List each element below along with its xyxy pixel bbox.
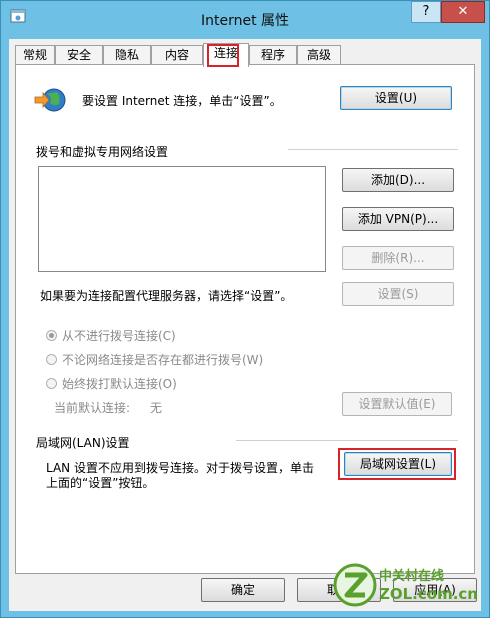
radio-dial-no-network[interactable] (46, 354, 57, 365)
current-default-value: 无 (150, 401, 163, 415)
zol-logo-icon (333, 563, 377, 607)
help-button[interactable]: ? (411, 1, 441, 23)
tab-security[interactable]: 安全 (55, 45, 103, 65)
tab-programs[interactable]: 程序 (249, 45, 297, 65)
close-button[interactable]: ✕ (441, 1, 485, 23)
lan-heading: 局域网(LAN)设置 (36, 436, 130, 450)
connections-tab-panel: 要设置 Internet 连接，单击“设置”。 设置(U) 拨号和虚拟专用网络设… (15, 64, 475, 574)
dialup-settings-button[interactable]: 设置(S) (342, 282, 454, 306)
ok-button[interactable]: 确定 (201, 578, 285, 602)
dialup-heading: 拨号和虚拟专用网络设置 (36, 145, 169, 159)
dialog-client-area: 常规 安全 隐私 内容 连接 程序 高级 要设置 Internet 连接，单击“… (9, 39, 481, 611)
radio-never-dial-label: 从不进行拨号连接(C) (62, 329, 176, 343)
globe-arrow-icon (34, 88, 66, 112)
tab-general[interactable]: 常规 (15, 45, 55, 65)
set-default-button[interactable]: 设置默认值(E) (342, 392, 452, 416)
lan-description-line2: 上面的“设置”按钮。 (46, 476, 155, 490)
add-connection-button[interactable]: 添加(D)... (342, 168, 454, 192)
proxy-instruction: 如果要为连接配置代理服务器，请选择“设置”。 (40, 289, 293, 303)
setup-instruction: 要设置 Internet 连接，单击“设置”。 (82, 94, 282, 108)
lan-heading-divider (236, 440, 458, 441)
current-default-label: 当前默认连接: (54, 401, 131, 415)
tab-advanced[interactable]: 高级 (297, 45, 341, 65)
highlight-box-tab (207, 44, 239, 67)
remove-connection-button[interactable]: 删除(R)... (342, 246, 454, 270)
watermark-en: ZOL.com.cn (379, 585, 478, 603)
radio-always-dial-label: 始终拨打默认连接(O) (62, 377, 177, 391)
add-vpn-button[interactable]: 添加 VPN(P)... (342, 207, 454, 231)
tab-content[interactable]: 内容 (151, 45, 203, 65)
title-bar[interactable]: Internet 属性 ? ✕ (1, 1, 489, 39)
tab-privacy[interactable]: 隐私 (103, 45, 151, 65)
setup-button[interactable]: 设置(U) (340, 86, 452, 110)
radio-dial-no-network-label: 不论网络连接是否存在都进行拨号(W) (62, 353, 264, 367)
radio-never-dial[interactable] (46, 330, 57, 341)
highlight-box-lan-button (338, 448, 456, 480)
watermark-cn: 中关村在线 (379, 569, 445, 584)
zol-watermark: 中关村在线 ZOL.com.cn (333, 561, 483, 611)
dialup-heading-divider (288, 149, 458, 150)
internet-properties-window: Internet 属性 ? ✕ 常规 安全 隐私 内容 连接 程序 高级 要设置… (0, 0, 490, 618)
radio-always-dial[interactable] (46, 378, 57, 389)
connections-listbox[interactable] (38, 166, 326, 272)
